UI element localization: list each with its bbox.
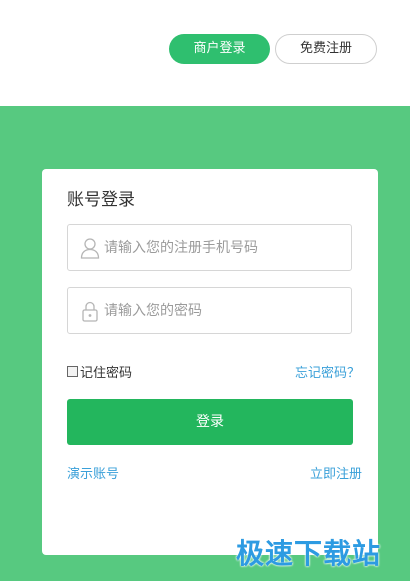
- login-card: 账号登录 记住密码 忘记密码？ 登录 演示账号 立即注册: [42, 169, 378, 555]
- password-field[interactable]: [67, 287, 352, 334]
- username-field[interactable]: [67, 224, 352, 271]
- top-bar: 商户登录 免费注册: [0, 0, 410, 106]
- remember-label: 记住密码: [80, 366, 133, 381]
- register-now-link[interactable]: 立即注册: [310, 463, 362, 482]
- user-icon: [80, 238, 100, 259]
- forgot-password-link[interactable]: 忘记密码？: [295, 362, 360, 381]
- login-button[interactable]: 登录: [67, 399, 353, 445]
- remember-password[interactable]: 记住密码: [67, 362, 132, 381]
- free-register-button[interactable]: 免费注册: [275, 34, 377, 64]
- merchant-login-button[interactable]: 商户登录: [169, 34, 270, 64]
- password-input[interactable]: [104, 288, 344, 333]
- site-watermark: 极速下载站: [236, 537, 382, 570]
- lock-icon: [82, 301, 98, 322]
- login-card-title: 账号登录: [67, 190, 135, 210]
- username-input[interactable]: [104, 225, 344, 270]
- remember-checkbox[interactable]: [67, 366, 78, 377]
- demo-account-link[interactable]: 演示账号: [67, 463, 119, 482]
